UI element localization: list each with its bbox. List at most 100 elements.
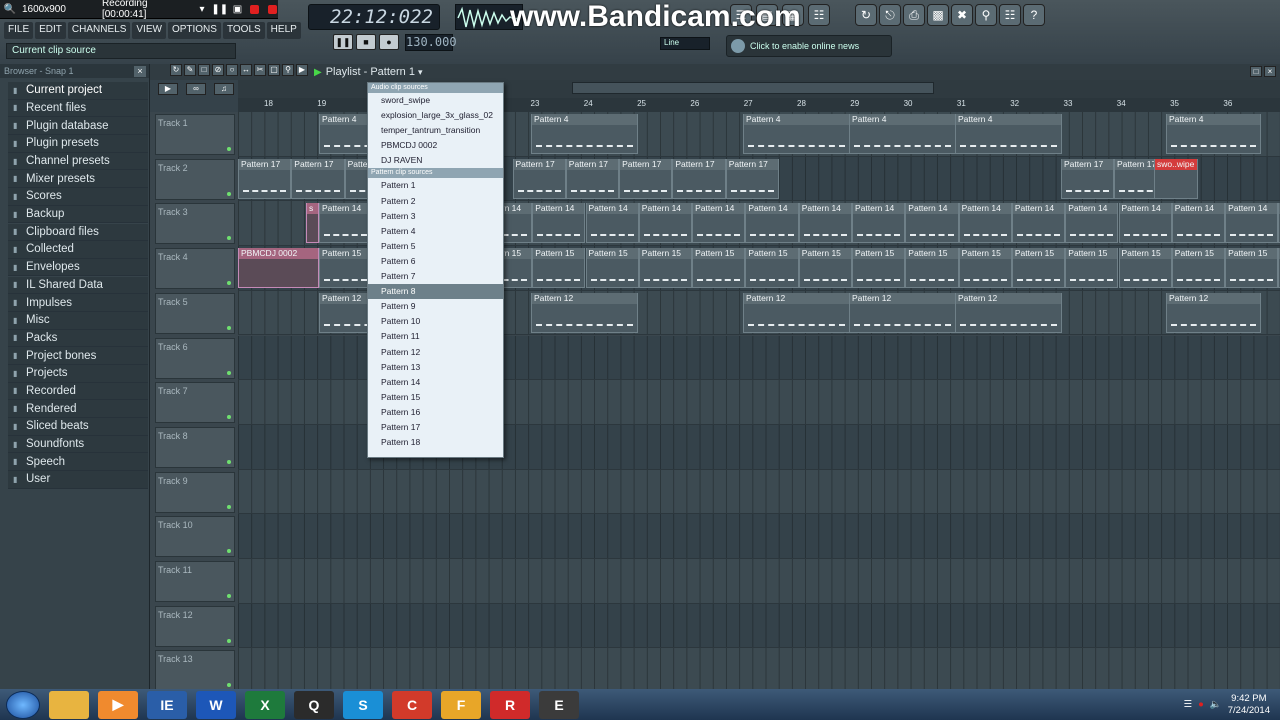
taskbar-app-icon[interactable]: C	[392, 690, 432, 719]
playlist-clip[interactable]: Pattern 14	[319, 203, 373, 244]
playlist-clip[interactable]: Pattern 4	[743, 114, 850, 154]
clock[interactable]: 9:42 PM 7/24/2014	[1228, 693, 1270, 717]
track-label[interactable]: Track 6	[155, 337, 235, 379]
mixer-icon[interactable]: ☷	[808, 4, 830, 26]
delete-icon[interactable]: ⊘	[212, 64, 224, 76]
browser-item[interactable]: ▮ Scores	[8, 188, 148, 206]
track-label[interactable]: Track 1	[155, 114, 235, 155]
browser-item[interactable]: ▮ Plugin database	[8, 117, 148, 135]
menu-tools[interactable]: TOOLS	[222, 22, 265, 39]
close-icon[interactable]: ×	[134, 65, 146, 77]
track-led-icon[interactable]	[227, 638, 231, 643]
playlist-clip[interactable]: Pattern 15	[1118, 248, 1172, 289]
close-icon[interactable]: ×	[1264, 66, 1276, 77]
song-position-clock[interactable]: 22:12:022	[308, 4, 440, 30]
cpu-icon[interactable]: ▩	[927, 4, 949, 26]
pattern-source-item[interactable]: Pattern 11	[368, 329, 503, 344]
pattern-source-item[interactable]: Pattern 2	[368, 194, 503, 209]
playlist-clip[interactable]: Pattern 12	[743, 292, 850, 333]
media-player-icon[interactable]: ▶	[98, 690, 138, 719]
online-news-panel[interactable]: Click to enable online news	[726, 35, 892, 57]
list-icon[interactable]: ☷	[999, 4, 1021, 26]
taskbar-app-icon[interactable]: W	[196, 690, 236, 719]
pattern-source-item[interactable]: Pattern 14	[368, 375, 503, 390]
playlist-clip[interactable]: Pattern 14	[1011, 203, 1066, 244]
pattern-source-item[interactable]: Pattern 1	[368, 178, 503, 193]
track-label[interactable]: Track 8	[155, 426, 235, 468]
playlist-clip[interactable]: Pattern 15	[905, 248, 959, 289]
track-led-icon[interactable]	[227, 415, 231, 420]
taskbar-app-icon[interactable]: S	[343, 690, 383, 719]
track-led-icon[interactable]	[227, 191, 231, 196]
playlist-clip[interactable]: Pattern 15	[745, 248, 799, 289]
playlist-clip[interactable]: Pattern 17	[619, 158, 673, 199]
browser-item[interactable]: ▮ Mixer presets	[8, 170, 148, 189]
menu-options[interactable]: OPTIONS	[167, 22, 221, 39]
slice-icon[interactable]: ✂	[254, 64, 266, 76]
playlist-clip[interactable]: Pattern 4	[955, 114, 1062, 154]
browser-item[interactable]: ▮ Backup	[8, 205, 148, 224]
track-label[interactable]: Track 5	[155, 292, 235, 334]
taskbar-app-icon[interactable]: E	[539, 690, 579, 719]
track-led-icon[interactable]	[227, 236, 231, 241]
playlist-clip[interactable]: Pattern 14	[905, 203, 959, 244]
pause-button[interactable]: ❚❚	[333, 34, 353, 50]
audio-source-item[interactable]: PBMCDJ 0002	[368, 138, 503, 153]
pattern-source-item[interactable]: Pattern 7	[368, 269, 503, 284]
start-button[interactable]	[6, 690, 40, 719]
taskbar-app-icon[interactable]: F	[441, 690, 481, 719]
browser-item[interactable]: ▮ IL Shared Data	[8, 276, 148, 295]
network-icon[interactable]: ☰	[1184, 699, 1193, 710]
audio-source-item[interactable]: sword_swipe	[368, 93, 503, 108]
playlist-clip[interactable]: Pattern 4	[849, 114, 956, 154]
playlist-clip[interactable]: Pattern 15	[638, 248, 693, 289]
browser-item[interactable]: ▮ Channel presets	[8, 152, 148, 171]
scrollbar-thumb[interactable]	[572, 82, 934, 94]
playlist-clip[interactable]: Pattern 17	[565, 158, 620, 199]
playback-icon[interactable]: ▶	[296, 64, 308, 76]
playlist-clip[interactable]: Pattern 12	[849, 292, 956, 333]
browser-item[interactable]: ▮ Soundfonts	[8, 435, 148, 454]
pattern-source-item[interactable]: Pattern 6	[368, 254, 503, 269]
pattern-source-item[interactable]: Pattern 12	[368, 345, 503, 360]
track-lane[interactable]	[238, 648, 1280, 689]
track-led-icon[interactable]	[227, 504, 231, 509]
save-icon[interactable]: ⎋	[879, 4, 901, 26]
track-led-icon[interactable]	[227, 147, 231, 151]
playlist-title[interactable]: Playlist - Pattern 1	[326, 66, 415, 78]
playlist-clip[interactable]: Pattern 17	[725, 158, 779, 199]
browser-item[interactable]: ▮ Impulses	[8, 294, 148, 312]
browser-item[interactable]: ▮ Speech	[8, 453, 148, 472]
camera-icon[interactable]: ▣	[232, 3, 243, 15]
track-lane[interactable]	[238, 514, 1280, 559]
playlist-clip[interactable]: Pattern 14	[1118, 203, 1172, 244]
browser-item[interactable]: ▮ Project bones	[8, 347, 148, 365]
link-icon[interactable]: ∞	[186, 83, 206, 95]
playlist-clip[interactable]: Pattern 14	[585, 203, 639, 244]
render-icon[interactable]: ⎙	[903, 4, 925, 26]
snap-icon[interactable]: ↻	[170, 64, 182, 76]
playlist-clip[interactable]: Pattern 15	[958, 248, 1012, 289]
pattern-source-item[interactable]: Pattern 4	[368, 224, 503, 239]
select-icon[interactable]: ▢	[268, 64, 280, 76]
playlist-clip[interactable]: Pattern 4	[531, 114, 638, 154]
audio-source-item[interactable]: temper_tantrum_transition	[368, 123, 503, 138]
playlist-clip[interactable]: Pattern 14	[532, 203, 586, 244]
playlist-clip[interactable]: Pattern 14	[798, 203, 852, 244]
playlist-clip[interactable]: Pattern 15	[1171, 248, 1226, 289]
playlist-clip[interactable]: Pattern 12	[1166, 292, 1261, 333]
browser-item[interactable]: ▮ Packs	[8, 329, 148, 348]
track-lane[interactable]	[238, 469, 1280, 515]
paint-icon[interactable]: □	[198, 64, 210, 76]
help-icon[interactable]: ?	[1023, 4, 1045, 26]
track-label[interactable]: Track 7	[155, 382, 235, 424]
record-button[interactable]: ●	[379, 34, 399, 50]
search-icon[interactable]: 🔍	[4, 3, 16, 15]
tools-icon[interactable]: ✖	[951, 4, 973, 26]
track-lane[interactable]	[238, 603, 1280, 649]
track-led-icon[interactable]	[227, 370, 231, 375]
playlist-clip[interactable]: Pattern 17	[238, 158, 292, 199]
track-led-icon[interactable]	[227, 459, 231, 464]
track-lane[interactable]	[238, 559, 1280, 604]
browser-item[interactable]: ▮ Rendered	[8, 400, 148, 418]
